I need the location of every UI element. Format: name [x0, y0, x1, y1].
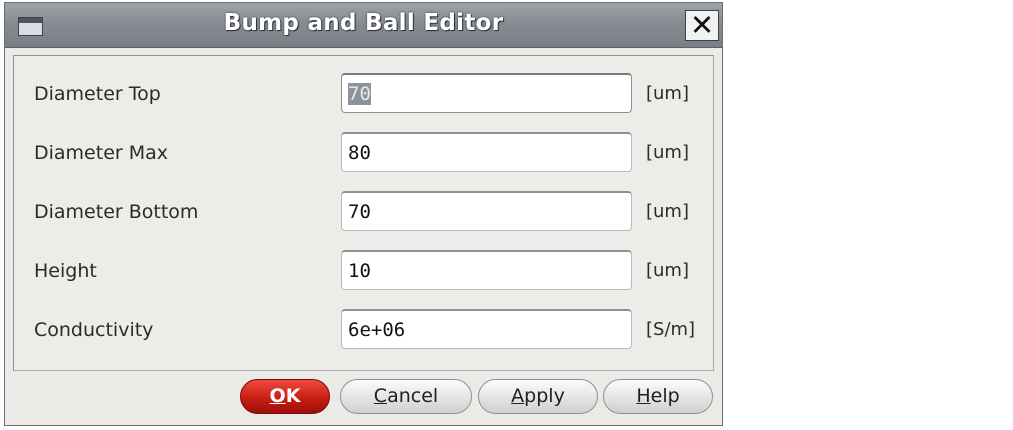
height-value: 10	[348, 260, 371, 282]
ok-button[interactable]: OK	[240, 379, 330, 414]
diameter-max-unit: [um]	[646, 142, 689, 163]
diameter-bottom-label: Diameter Bottom	[34, 201, 199, 223]
cancel-button[interactable]: Cancel	[340, 379, 472, 414]
ok-mnemonic: O	[269, 385, 286, 407]
ok-label-rest: K	[285, 385, 301, 407]
diameter-bottom-unit: [um]	[646, 201, 689, 222]
parameters-panel: Diameter Top 70 [um] Diameter Max 80 [um…	[13, 55, 714, 371]
diameter-bottom-value: 70	[348, 201, 371, 223]
field-row-conductivity: Conductivity 6e+06 [S/m]	[14, 309, 713, 351]
cancel-mnemonic: C	[373, 385, 388, 407]
bump-and-ball-editor-dialog: Bump and Ball Editor ✕ Diameter Top 70 […	[4, 2, 723, 426]
field-row-diameter-max: Diameter Max 80 [um]	[14, 132, 713, 174]
diameter-top-unit: [um]	[646, 83, 689, 104]
window-title: Bump and Ball Editor	[223, 10, 504, 36]
field-row-diameter-bottom: Diameter Bottom 70 [um]	[14, 191, 713, 233]
diameter-top-value: 70	[348, 83, 371, 105]
height-input[interactable]: 10	[341, 250, 632, 290]
diameter-max-input[interactable]: 80	[341, 132, 632, 172]
close-icon: ✕	[689, 8, 715, 42]
apply-label-rest: pply	[524, 385, 565, 407]
diameter-top-input[interactable]: 70	[341, 73, 632, 113]
conductivity-value: 6e+06	[348, 319, 406, 341]
diameter-max-label: Diameter Max	[34, 142, 169, 164]
height-label: Height	[34, 260, 97, 282]
apply-mnemonic: A	[511, 385, 525, 407]
help-button[interactable]: Help	[603, 379, 713, 414]
close-button[interactable]: ✕	[685, 10, 719, 41]
diameter-top-label: Diameter Top	[34, 83, 161, 105]
title-bar[interactable]: Bump and Ball Editor ✕	[5, 3, 722, 48]
conductivity-unit: [S/m]	[646, 319, 696, 340]
height-unit: [um]	[646, 260, 689, 281]
diameter-bottom-input[interactable]: 70	[341, 191, 632, 231]
conductivity-input[interactable]: 6e+06	[341, 309, 632, 349]
field-row-diameter-top: Diameter Top 70 [um]	[14, 73, 713, 115]
apply-button[interactable]: Apply	[478, 379, 598, 414]
diameter-max-value: 80	[348, 142, 371, 164]
conductivity-label: Conductivity	[34, 319, 154, 341]
help-label-rest: elp	[650, 385, 680, 407]
cancel-label-rest: ancel	[387, 385, 439, 407]
field-row-height: Height 10 [um]	[14, 250, 713, 292]
help-mnemonic: H	[636, 385, 651, 407]
